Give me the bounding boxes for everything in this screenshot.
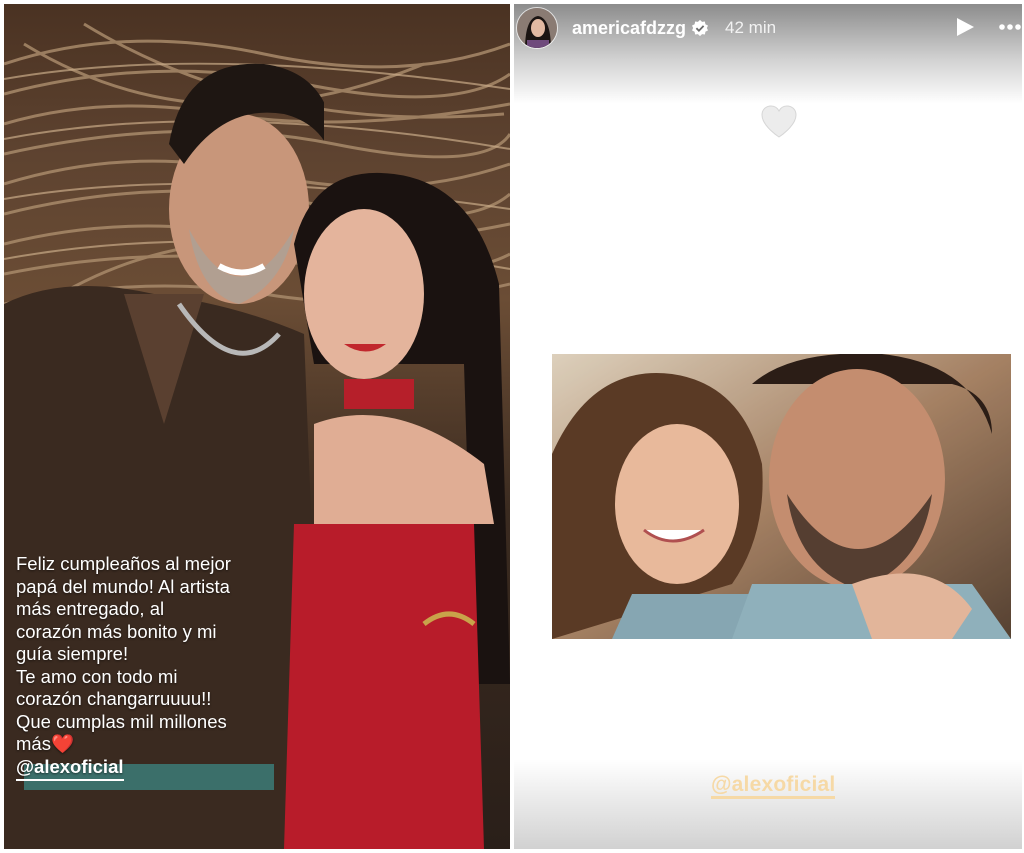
avatar[interactable] — [516, 7, 558, 49]
mention-link[interactable]: @alexoficial — [16, 756, 124, 781]
white-heart-icon — [761, 105, 797, 138]
verified-badge-icon — [692, 19, 709, 37]
avatar-image — [517, 8, 557, 48]
story-photo — [552, 354, 1011, 639]
post-time: 42 min — [725, 18, 777, 37]
mention-link[interactable]: @alexoficial — [711, 774, 836, 799]
caption-line: Que cumplas mil millones — [16, 710, 227, 732]
username[interactable]: americafdzzg — [572, 18, 686, 39]
play-icon[interactable] — [954, 16, 976, 38]
story-header: americafdzzg 42 min — [514, 4, 1022, 52]
caption-line: Te amo con todo mi — [16, 665, 178, 687]
story-right-panel: americafdzzg 42 min @alexoficial — [514, 4, 1022, 849]
caption-line: papá del mundo! Al artista — [16, 575, 230, 597]
caption-line: más❤️ — [16, 733, 74, 754]
caption-line: corazón más bonito y mi — [16, 620, 217, 642]
caption-line: corazón changarruuuu!! — [16, 688, 212, 709]
more-options-icon[interactable] — [998, 18, 1022, 36]
story-caption: Feliz cumpleaños al mejor papá del mundo… — [16, 553, 316, 781]
caption-line: Feliz cumpleaños al mejor — [16, 553, 231, 574]
father-daughter-photo — [552, 354, 1011, 639]
caption-line: más entregado, al — [16, 598, 165, 619]
caption-line: guía siempre! — [16, 643, 129, 664]
story-left-panel: Feliz cumpleaños al mejor papá del mundo… — [4, 4, 510, 849]
